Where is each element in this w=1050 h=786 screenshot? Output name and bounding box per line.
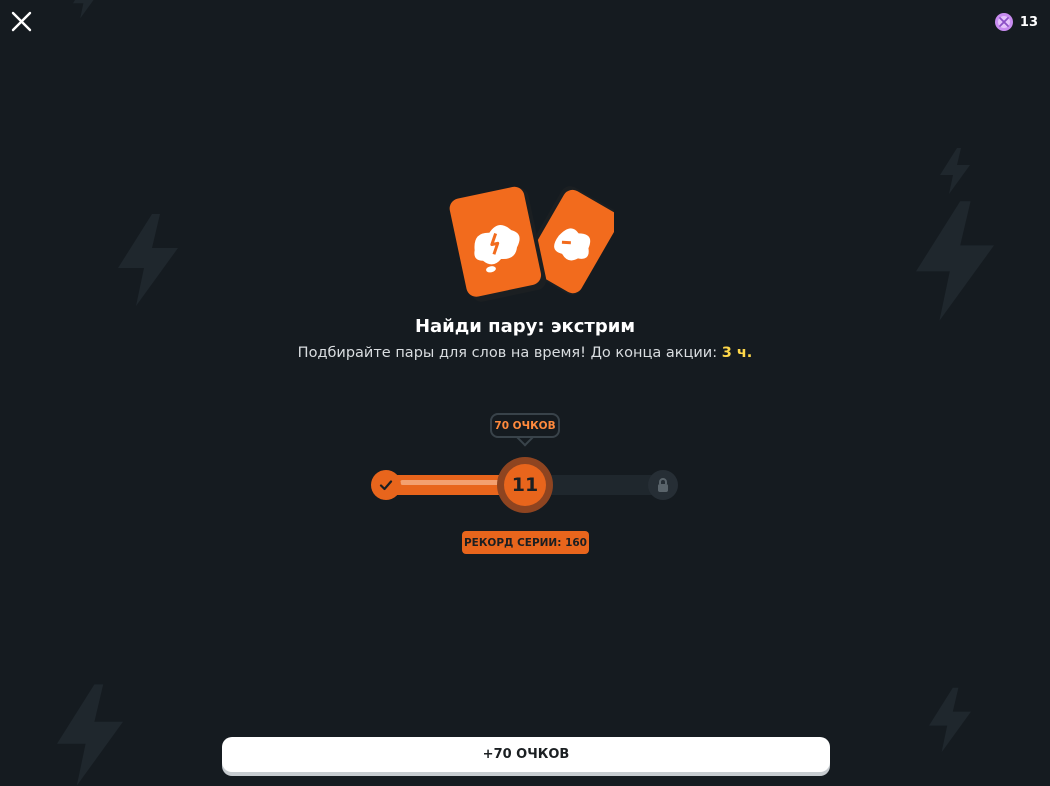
lock-icon: [658, 478, 668, 492]
check-icon: [379, 480, 393, 491]
points-tooltip: 70 ОЧКОВ: [490, 413, 560, 438]
progress-end-node: [648, 470, 678, 500]
decor-bolt-icon: [57, 684, 123, 786]
decor-bolt-icon: [73, 0, 94, 19]
decor-bolt-icon: [940, 148, 970, 194]
current-streak-node: 11: [497, 457, 553, 513]
decor-bolt-icon: [929, 687, 971, 753]
record-badge: РЕКОРД СЕРИИ: 160: [462, 531, 589, 554]
close-icon: [11, 11, 32, 32]
current-streak-value: 11: [504, 464, 546, 506]
progress-start-node: [371, 470, 401, 500]
page-subtitle: Подбирайте пары для слов на время! До ко…: [0, 345, 1050, 361]
decor-bolt-icon: [118, 214, 178, 306]
match-cards-icon: [449, 186, 614, 302]
claim-points-button[interactable]: +70 ОЧКОВ: [222, 737, 830, 772]
gems-counter[interactable]: 13: [994, 12, 1038, 32]
gems-count: 13: [1019, 14, 1038, 30]
progress-shine: [400, 480, 504, 485]
gem-icon: [994, 13, 1013, 31]
close-button[interactable]: [8, 8, 36, 36]
page-title: Найди пару: экстрим: [414, 316, 636, 337]
decor-bolt-icon: [916, 201, 994, 321]
time-left: 3 ч.: [721, 345, 753, 361]
match-madness-screen: 13 Найди пару: экстрим Подбирайте пары д…: [0, 0, 1050, 786]
subtitle-text: Подбирайте пары для слов на время! До ко…: [297, 345, 722, 361]
